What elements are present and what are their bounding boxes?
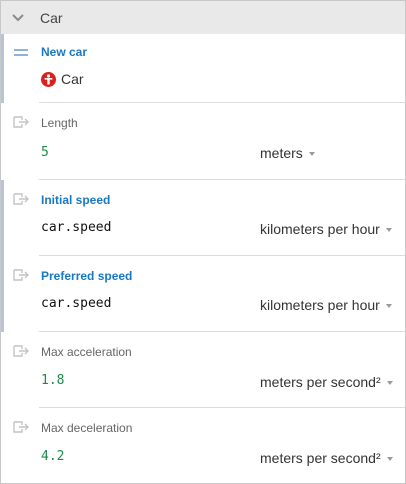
unit-label: meters [260, 145, 303, 161]
property-row-preferred-speed[interactable]: Preferred speed car.speed kilometers per… [1, 256, 405, 332]
caret-down-icon [386, 381, 393, 385]
unit-label: kilometers per hour [260, 221, 380, 237]
selection-bar [1, 256, 4, 332]
entity-name-label: New car [41, 45, 88, 59]
property-value-input[interactable]: 1.8 [41, 373, 64, 388]
caret-down-icon [385, 228, 392, 232]
unit-label: meters per second² [260, 374, 381, 390]
property-value-input[interactable]: car.speed [41, 220, 111, 235]
selection-bar [1, 180, 4, 256]
property-label: Preferred speed [41, 269, 133, 283]
entity-row[interactable]: New car Car [1, 34, 405, 103]
unit-label: kilometers per hour [260, 297, 380, 313]
unit-dropdown[interactable]: meters per second² [260, 374, 393, 390]
property-value-input[interactable]: 4.2 [41, 449, 64, 464]
link-input-icon[interactable] [12, 268, 30, 282]
selection-bar [1, 34, 4, 103]
unit-dropdown[interactable]: meters per second² [260, 450, 393, 466]
property-label: Max deceleration [41, 421, 133, 435]
property-row-max-deceleration[interactable]: Max deceleration 4.2 meters per second² [1, 408, 405, 484]
property-row-max-acceleration[interactable]: Max acceleration 1.8 meters per second² [1, 332, 405, 408]
property-label: Initial speed [41, 193, 111, 207]
drag-handle-icon[interactable] [12, 46, 30, 60]
unit-label: meters per second² [260, 450, 381, 466]
property-row-length[interactable]: Length 5 meters [1, 103, 405, 180]
section-title: Car [40, 9, 63, 26]
property-row-initial-speed[interactable]: Initial speed car.speed kilometers per h… [1, 180, 405, 256]
property-value-input[interactable]: car.speed [41, 296, 111, 311]
caret-down-icon [308, 152, 315, 156]
entity-reference[interactable]: Car [41, 71, 84, 87]
unit-dropdown[interactable]: kilometers per hour [260, 297, 392, 313]
entity-reference-label: Car [61, 71, 84, 87]
property-label: Max acceleration [41, 345, 132, 359]
section-header[interactable]: Car [1, 1, 405, 34]
property-label: Length [41, 116, 78, 130]
property-value-input[interactable]: 5 [41, 145, 49, 160]
properties-panel: Car New car Car Length 5 meters Initial … [0, 0, 406, 484]
link-input-icon[interactable] [12, 344, 30, 358]
link-input-icon[interactable] [12, 420, 30, 434]
car-entity-icon [41, 71, 56, 87]
chevron-down-icon[interactable] [10, 10, 26, 26]
link-input-icon[interactable] [12, 192, 30, 206]
caret-down-icon [386, 457, 393, 461]
link-input-icon[interactable] [12, 115, 30, 129]
unit-dropdown[interactable]: meters [260, 145, 315, 161]
caret-down-icon [385, 304, 392, 308]
unit-dropdown[interactable]: kilometers per hour [260, 221, 392, 237]
